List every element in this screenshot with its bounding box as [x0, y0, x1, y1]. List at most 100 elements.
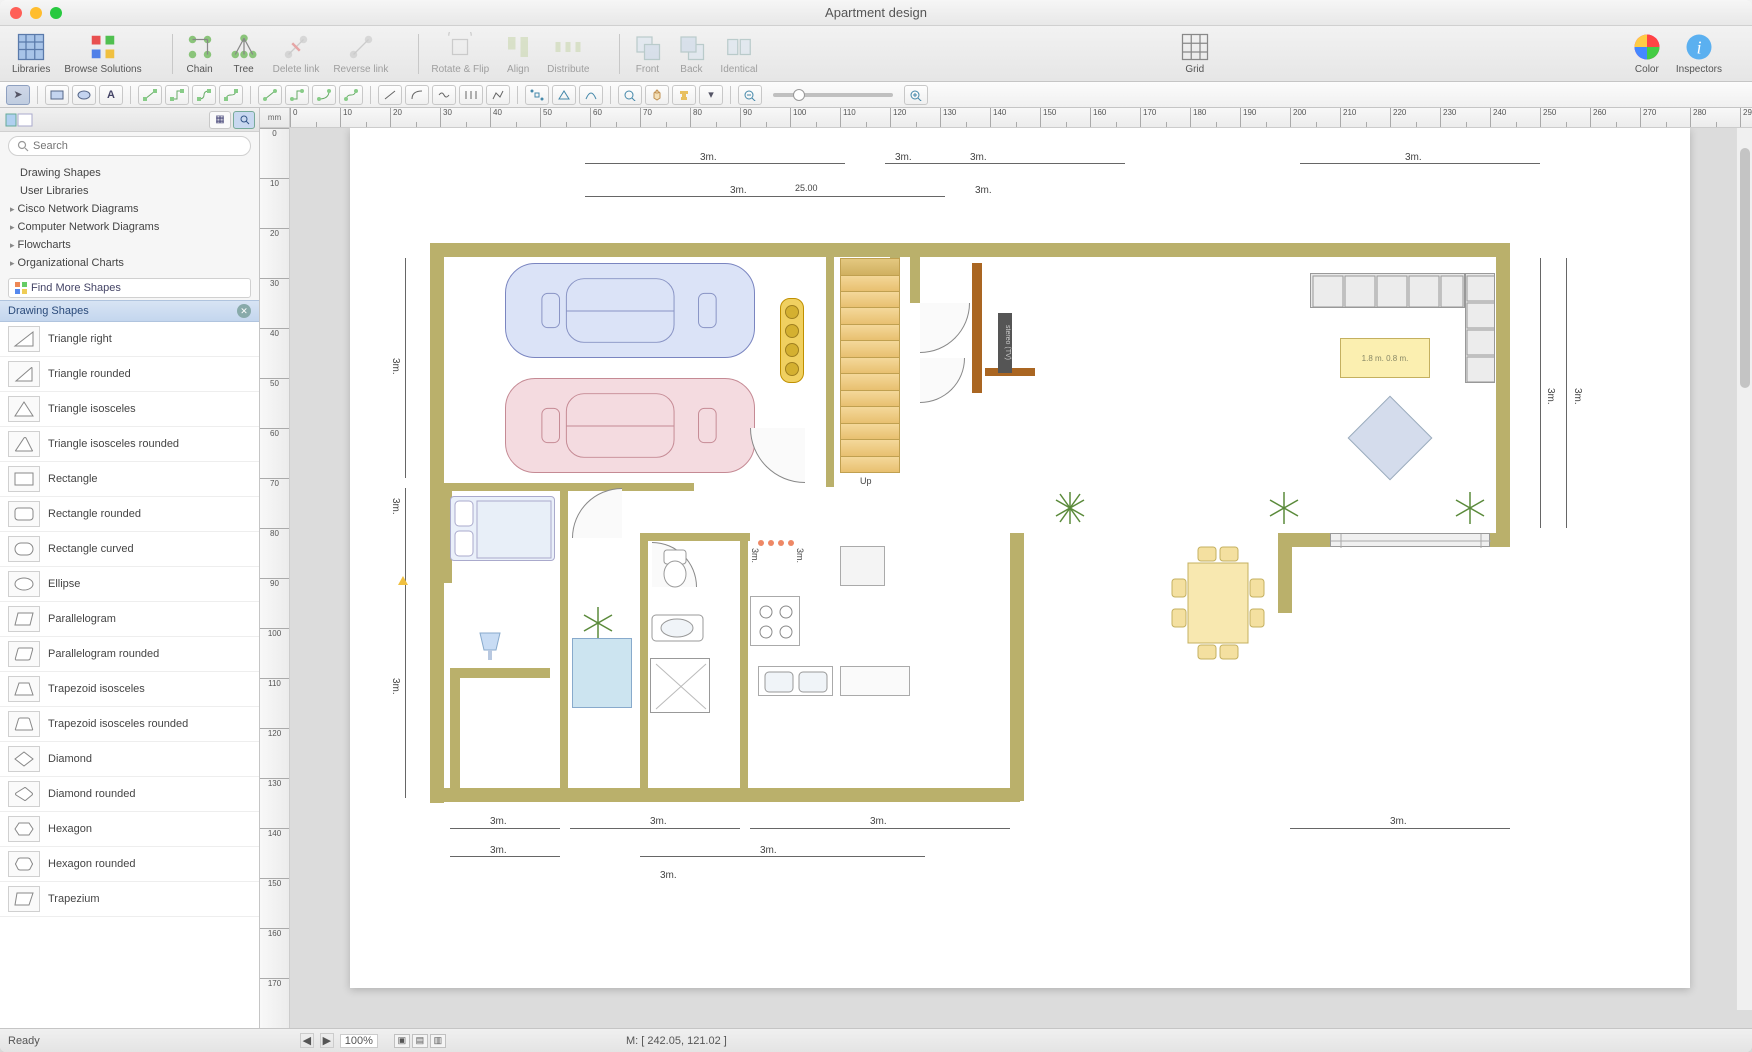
door-entry-2[interactable]	[920, 358, 965, 403]
canvas[interactable]: Up 1.8 m. 0.8	[290, 128, 1752, 1028]
stairs[interactable]	[840, 273, 900, 473]
color-button[interactable]: Color	[1628, 30, 1666, 77]
wardrobe[interactable]	[572, 638, 632, 708]
shape-item[interactable]: Diamond	[0, 742, 259, 777]
wall-window-2[interactable]	[450, 668, 460, 788]
distribute-button[interactable]: Distribute	[543, 30, 593, 77]
dropper-tool[interactable]: ▾	[699, 85, 723, 105]
wall-bottom-left[interactable]	[430, 788, 1020, 802]
tree-item-cisco[interactable]: Cisco Network Diagrams	[0, 200, 259, 218]
edit-points-tool[interactable]	[525, 85, 549, 105]
front-button[interactable]: Front	[628, 30, 666, 77]
wall-window-1[interactable]	[450, 668, 550, 678]
rotate-flip-button[interactable]: Rotate & Flip	[427, 30, 493, 77]
shape-item[interactable]: Ellipse	[0, 567, 259, 602]
zoom-in-button[interactable]	[904, 85, 928, 105]
tree-item-computer-network[interactable]: Computer Network Diagrams	[0, 218, 259, 236]
shape-item[interactable]: Rectangle curved	[0, 532, 259, 567]
ellipse-tool[interactable]	[72, 85, 96, 105]
search-input[interactable]	[8, 136, 251, 156]
connector-tool-5[interactable]	[258, 85, 282, 105]
connector-tool-6[interactable]	[285, 85, 309, 105]
connector-tool-8[interactable]	[339, 85, 363, 105]
connector-tool-7[interactable]	[312, 85, 336, 105]
shape-item[interactable]: Rectangle	[0, 462, 259, 497]
tree-item-flowcharts[interactable]: Flowcharts	[0, 236, 259, 254]
sofa-top[interactable]	[1310, 273, 1465, 308]
zoom-level[interactable]: 100%	[340, 1034, 378, 1048]
coffee-table[interactable]: 1.8 m. 0.8 m.	[1340, 338, 1430, 378]
zoom-tool[interactable]	[618, 85, 642, 105]
view-grid-button[interactable]: ▦	[209, 111, 231, 129]
delete-link-button[interactable]: Delete link	[269, 30, 324, 77]
grid-button[interactable]: Grid	[1176, 30, 1214, 77]
rug[interactable]	[1348, 396, 1433, 481]
wall-garage-right[interactable]	[826, 257, 834, 487]
wall-bath-right[interactable]	[740, 533, 748, 793]
minimize-button[interactable]	[30, 7, 42, 19]
bezier-tool[interactable]	[459, 85, 483, 105]
close-library-button[interactable]: ✕	[237, 304, 251, 318]
bed[interactable]	[450, 496, 555, 561]
tree-item-user-libraries[interactable]: User Libraries	[0, 182, 259, 200]
shape-item[interactable]: Triangle rounded	[0, 357, 259, 392]
view-search-button[interactable]	[233, 111, 255, 129]
plant-1[interactable]	[1050, 488, 1090, 528]
tv-unit[interactable]: stereo (TV)	[998, 313, 1012, 373]
chain-button[interactable]: Chain	[181, 30, 219, 77]
shape-item[interactable]: Trapezoid isosceles rounded	[0, 707, 259, 742]
window-sill[interactable]	[1330, 533, 1490, 547]
shape-item[interactable]: Hexagon rounded	[0, 847, 259, 882]
tree-item-drawing-shapes[interactable]: Drawing Shapes	[0, 164, 259, 182]
tab-nav-prev[interactable]: ◀	[300, 1033, 314, 1048]
shape-item[interactable]: Diamond rounded	[0, 777, 259, 812]
zoom-out-button[interactable]	[738, 85, 762, 105]
stamp-tool[interactable]	[672, 85, 696, 105]
kitchen-sink[interactable]	[758, 666, 833, 696]
polyline-tool[interactable]	[486, 85, 510, 105]
sink-bathroom[interactable]	[650, 613, 705, 643]
reverse-link-button[interactable]: Reverse link	[329, 30, 392, 77]
shape-item[interactable]: Triangle isosceles	[0, 392, 259, 427]
back-button[interactable]: Back	[672, 30, 710, 77]
wall-garage-sep[interactable]	[444, 483, 694, 491]
shape-item[interactable]: Triangle right	[0, 322, 259, 357]
toilet[interactable]	[660, 548, 690, 588]
door-garage[interactable]	[750, 428, 805, 483]
rect-tool[interactable]	[45, 85, 69, 105]
wall-kitchen-right[interactable]	[1010, 533, 1024, 801]
spline-tool[interactable]	[432, 85, 456, 105]
arc-tool[interactable]	[405, 85, 429, 105]
wall-bedroom-right[interactable]	[560, 483, 568, 793]
close-button[interactable]	[10, 7, 22, 19]
fridge[interactable]	[840, 546, 885, 586]
counter[interactable]	[840, 666, 910, 696]
align-button[interactable]: Align	[499, 30, 537, 77]
plant-3[interactable]	[1450, 488, 1490, 528]
sofa-right[interactable]	[1465, 273, 1495, 383]
washing-machine[interactable]	[650, 658, 710, 713]
inspectors-button[interactable]: i Inspectors	[1672, 30, 1726, 77]
line-tool[interactable]	[378, 85, 402, 105]
tree-button[interactable]: Tree	[225, 30, 263, 77]
wall-entry-2[interactable]	[910, 243, 920, 303]
libraries-button[interactable]: Libraries	[8, 30, 54, 77]
edit-segments-tool[interactable]	[552, 85, 576, 105]
plant-4[interactable]	[578, 603, 618, 643]
drawing-page[interactable]: Up 1.8 m. 0.8	[350, 128, 1690, 988]
shape-item[interactable]: Parallelogram	[0, 602, 259, 637]
tab-nav-next[interactable]: ▶	[320, 1033, 334, 1048]
vertical-scrollbar[interactable]	[1736, 128, 1752, 1010]
traffic-light[interactable]	[780, 298, 804, 383]
wall-bath-left[interactable]	[640, 533, 648, 793]
shape-item[interactable]: Trapezoid isosceles	[0, 672, 259, 707]
plant-2[interactable]	[1264, 488, 1304, 528]
car-1[interactable]	[505, 263, 755, 358]
pointer-tool[interactable]: ➤	[6, 85, 30, 105]
connector-tool-4[interactable]	[219, 85, 243, 105]
page-tabs[interactable]: ▣▤▥	[394, 1034, 446, 1048]
counter-indicator[interactable]	[755, 538, 800, 546]
wall-left[interactable]	[430, 243, 444, 803]
shape-item[interactable]: Hexagon	[0, 812, 259, 847]
dining-set[interactable]	[1158, 543, 1278, 663]
